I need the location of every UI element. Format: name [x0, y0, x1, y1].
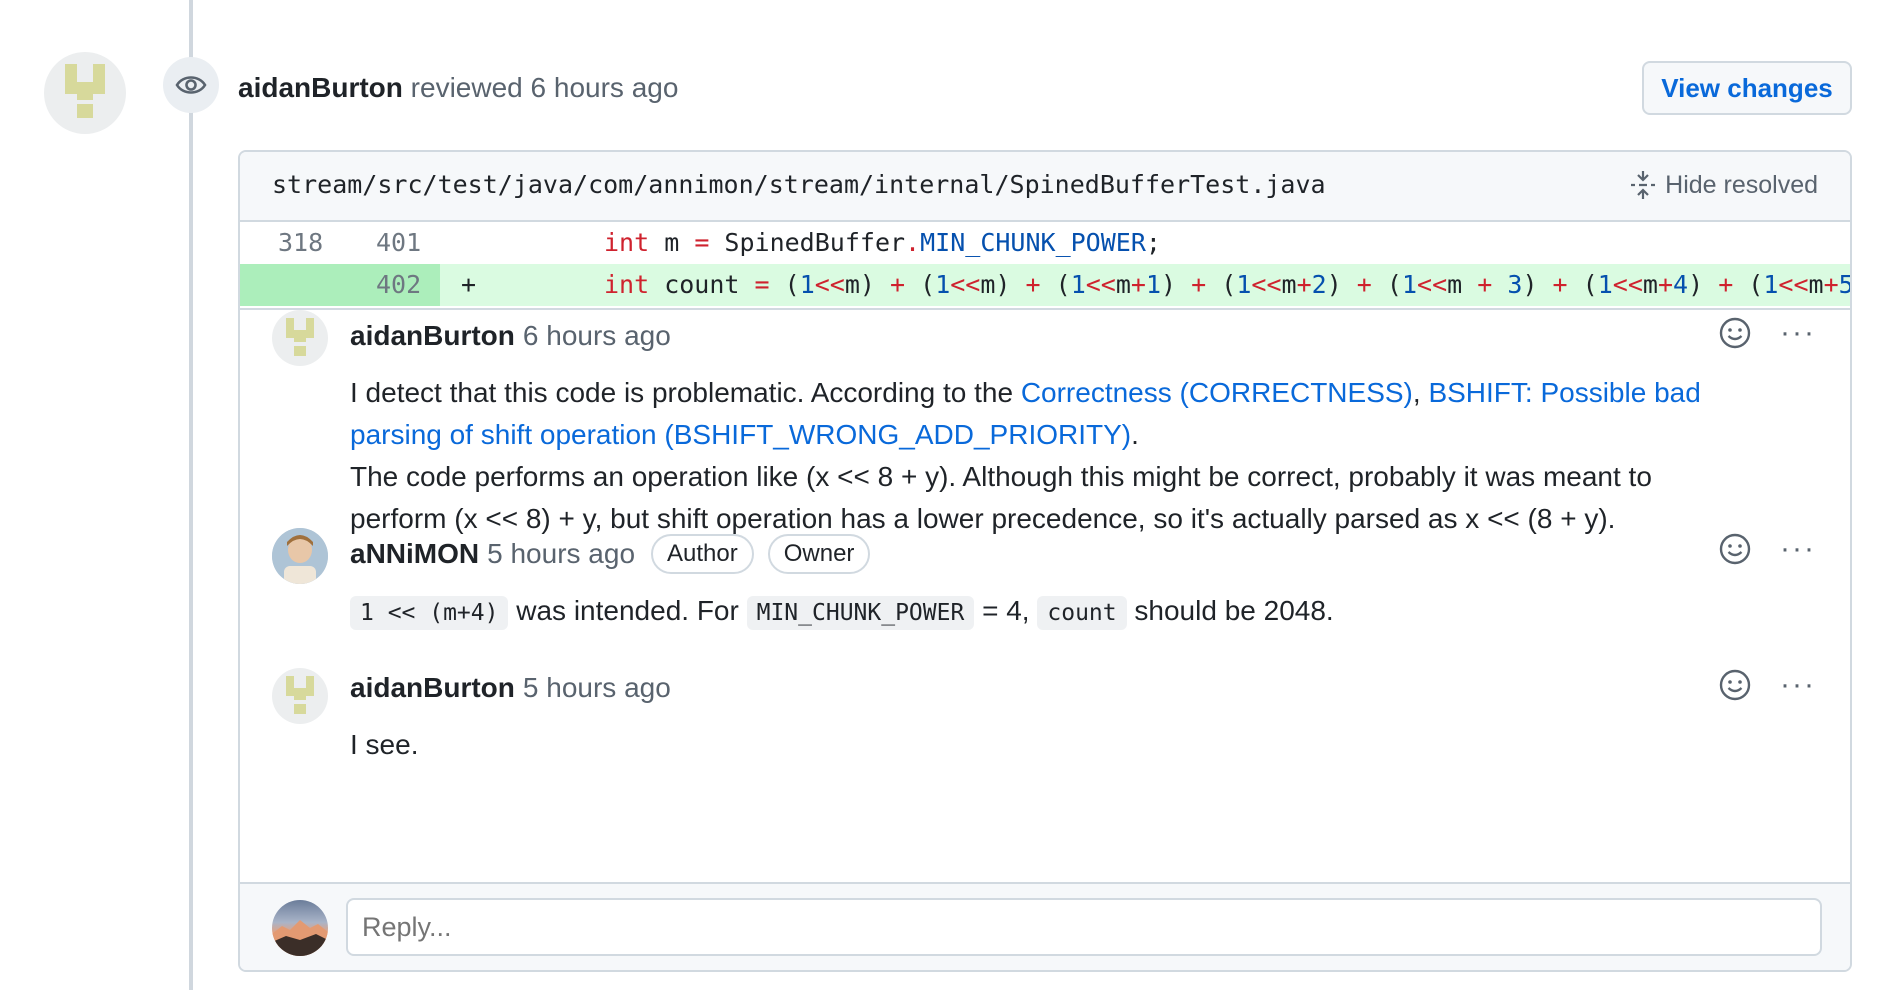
code-line: int count = (1<<m) + (1<<m) + (1<<m+1) +…	[604, 270, 1850, 299]
review-header: aidanBurton reviewed 6 hours ago	[238, 72, 678, 104]
diff-line[interactable]: 318 401 int m = SpinedBuffer.MIN_CHUNK_P…	[240, 222, 1850, 264]
hide-resolved-button[interactable]: Hide resolved	[1629, 170, 1818, 200]
comment-time[interactable]: 6 hours ago	[523, 320, 671, 352]
inline-code: 1 << (m+4)	[350, 596, 509, 630]
author-label: Author	[651, 534, 754, 574]
smiley-icon[interactable]	[1718, 316, 1752, 350]
comment-text: The code performs an operation like (x <…	[350, 461, 1652, 534]
new-line-number[interactable]: 401	[376, 228, 421, 257]
inline-code: count	[1037, 596, 1127, 630]
added-marker: +	[461, 270, 477, 299]
comment-text: should be 2048.	[1126, 595, 1334, 626]
comment-actions: ···	[1718, 668, 1816, 702]
view-changes-button[interactable]: View changes	[1642, 61, 1852, 115]
correctness-link[interactable]: Correctness (CORRECTNESS)	[1021, 377, 1413, 408]
comment-author[interactable]: aNNiMON	[350, 538, 479, 570]
comment-text: was intended. For	[508, 595, 747, 626]
smiley-icon[interactable]	[1718, 668, 1752, 702]
kebab-horizontal-icon[interactable]: ···	[1780, 670, 1816, 700]
comment-text: = 4,	[974, 595, 1038, 626]
review-action: reviewed	[410, 72, 523, 103]
code-line: int m = SpinedBuffer.MIN_CHUNK_POWER;	[604, 228, 1161, 257]
comment-avatar[interactable]	[272, 528, 328, 584]
comment-body: I detect that this code is problematic. …	[350, 372, 1730, 540]
comment-header: aNNiMON 5 hours ago Author Owner	[350, 534, 871, 574]
inline-code: MIN_CHUNK_POWER	[746, 596, 975, 630]
comment-body: I see.	[350, 729, 419, 760]
review-time[interactable]: 6 hours ago	[531, 72, 679, 103]
old-line-number[interactable]: 318	[278, 228, 323, 257]
comment-author[interactable]: aidanBurton	[350, 320, 515, 352]
comment-header: aidanBurton 5 hours ago	[350, 672, 671, 704]
current-user-avatar[interactable]	[272, 900, 328, 956]
smiley-icon[interactable]	[1718, 532, 1752, 566]
comment-actions: ···	[1718, 532, 1816, 566]
kebab-horizontal-icon[interactable]: ···	[1780, 534, 1816, 564]
hide-resolved-label: Hide resolved	[1665, 170, 1818, 199]
fold-icon	[1631, 171, 1656, 199]
comment-text: .	[1131, 419, 1139, 450]
review-comment: aidanBurton 6 hours ago ··· I detect tha…	[240, 308, 1850, 534]
file-path[interactable]: stream/src/test/java/com/annimon/stream/…	[272, 170, 1326, 199]
comment-time[interactable]: 5 hours ago	[487, 538, 635, 570]
eye-icon	[163, 57, 219, 113]
new-line-number[interactable]: 402	[376, 270, 421, 299]
diff-line-added[interactable]: 402 + int count = (1<<m) + (1<<m) + (1<<…	[240, 264, 1850, 306]
comment-time[interactable]: 5 hours ago	[523, 672, 671, 704]
file-header: stream/src/test/java/com/annimon/stream/…	[240, 152, 1850, 222]
review-thread-card: stream/src/test/java/com/annimon/stream/…	[238, 150, 1852, 972]
comment-header: aidanBurton 6 hours ago	[350, 320, 671, 352]
comment-text: I detect that this code is problematic. …	[350, 377, 1021, 408]
review-comment: aidanBurton 5 hours ago ··· I see.	[240, 666, 1850, 786]
reviewer-avatar[interactable]	[44, 52, 126, 134]
reply-input[interactable]	[346, 898, 1822, 956]
comment-text: ,	[1412, 377, 1429, 408]
comment-avatar[interactable]	[272, 668, 328, 724]
comment-body: 1 << (m+4) was intended. For MIN_CHUNK_P…	[350, 590, 1730, 634]
kebab-horizontal-icon[interactable]: ···	[1780, 318, 1816, 348]
comment-author[interactable]: aidanBurton	[350, 672, 515, 704]
comment-avatar[interactable]	[272, 310, 328, 366]
owner-label: Owner	[767, 534, 871, 574]
diff-hunk: 318 401 int m = SpinedBuffer.MIN_CHUNK_P…	[240, 222, 1850, 310]
review-author[interactable]: aidanBurton	[238, 72, 403, 103]
review-comment: aNNiMON 5 hours ago Author Owner ··· 1 <…	[240, 528, 1850, 640]
reply-bar	[240, 882, 1850, 970]
timeline-line	[189, 0, 193, 990]
comment-actions: ···	[1718, 316, 1816, 350]
